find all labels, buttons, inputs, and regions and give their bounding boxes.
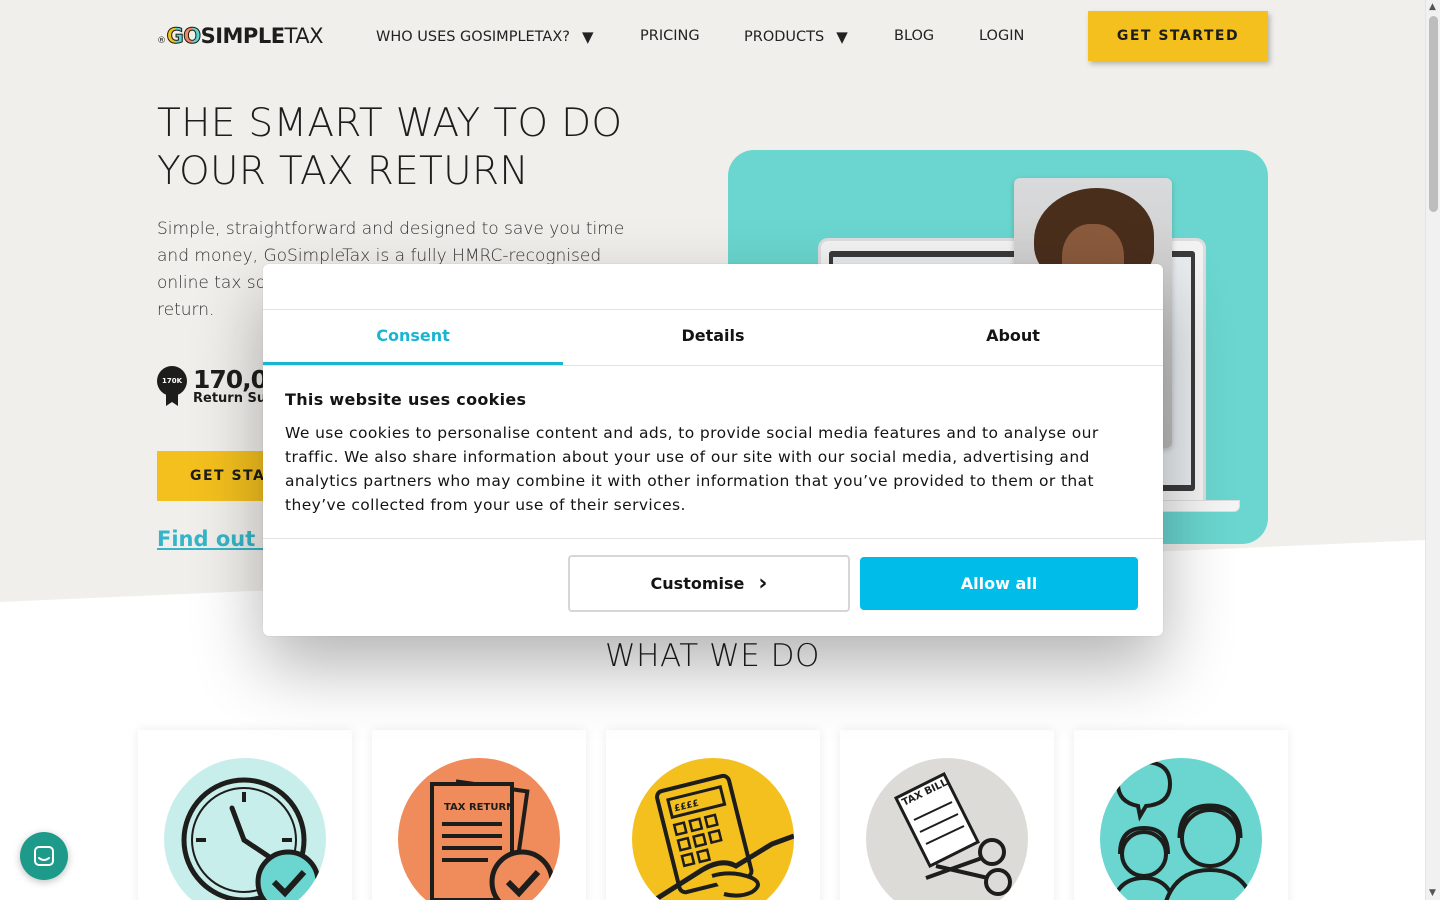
nav-products-label: PRODUCTS	[744, 29, 825, 45]
logo-simple: SIMPLE	[200, 24, 285, 48]
tab-details[interactable]: Details	[563, 310, 863, 365]
cookie-tabs: Consent Details About	[263, 310, 1163, 366]
hero-title: THE SMART WAY TO DO YOUR TAX RETURN	[157, 101, 623, 194]
chevron-down-icon: ▼	[836, 28, 848, 46]
cookie-description: We use cookies to personalise content an…	[285, 424, 1099, 514]
logo-tax: TAX	[284, 24, 324, 48]
nav-who-uses-label: WHO USES GOSIMPLETAX?	[376, 29, 570, 45]
tab-consent[interactable]: Consent	[263, 310, 563, 365]
feature-card[interactable]: TAX BILL	[840, 730, 1054, 900]
logo-go: GO	[166, 24, 202, 49]
nav-pricing-label: PRICING	[640, 28, 700, 44]
chat-launcher-button[interactable]	[20, 832, 68, 880]
feature-card[interactable]	[1074, 730, 1288, 900]
chat-icon	[34, 846, 54, 866]
nav-products[interactable]: PRODUCTS ▼	[744, 28, 848, 46]
cookie-consent-dialog: Consent Details About This website uses …	[263, 264, 1163, 636]
award-seal-icon: 170K	[157, 366, 189, 406]
support-headset-icon	[1100, 758, 1262, 900]
customise-label: Customise	[650, 574, 745, 593]
cookie-dialog-body: This website uses cookies We use cookies…	[263, 366, 1163, 539]
nav-pricing[interactable]: PRICING	[640, 28, 700, 44]
logo-registered-mark: ®	[157, 36, 166, 46]
nav-blog-label: BLOG	[894, 28, 935, 44]
nav-login[interactable]: LOGIN	[979, 28, 1024, 44]
page-scrollbar[interactable]: ▲ ▼	[1425, 0, 1440, 900]
chevron-right-icon: ›	[758, 570, 768, 596]
tax-return-label: TAX RETURN	[444, 802, 515, 813]
nav-blog[interactable]: BLOG	[894, 28, 934, 44]
what-we-do-heading: WHAT WE DO	[605, 638, 820, 674]
customise-button[interactable]: Customise ›	[568, 555, 850, 612]
tax-return-document-icon: TAX RETURN	[398, 758, 560, 900]
tax-bill-scissors-icon: TAX BILL	[866, 758, 1028, 900]
tab-about[interactable]: About	[863, 310, 1163, 365]
feature-card[interactable]: TAX RETURN	[372, 730, 586, 900]
nav-login-label: LOGIN	[979, 28, 1025, 44]
nav-who-uses[interactable]: WHO USES GOSIMPLETAX? ▼	[376, 28, 594, 46]
calculator-handshake-icon: ££££	[632, 758, 794, 900]
clock-check-icon	[164, 758, 326, 900]
hero-description-end: return.	[157, 300, 215, 320]
get-started-button[interactable]: GET STARTED	[1088, 11, 1268, 61]
scrollbar-thumb[interactable]	[1429, 16, 1438, 212]
cookie-heading: This website uses cookies	[285, 390, 527, 409]
cookie-dialog-header	[263, 264, 1163, 310]
feature-card[interactable]: ££££	[606, 730, 820, 900]
scroll-down-arrow-icon[interactable]: ▼	[1429, 888, 1436, 898]
scroll-up-arrow-icon[interactable]: ▲	[1429, 2, 1436, 12]
gosimpletax-logo[interactable]: ® GO SIMPLE TAX	[157, 24, 324, 49]
feature-card[interactable]	[138, 730, 352, 900]
top-navigation: ® GO SIMPLE TAX WHO USES GOSIMPLETAX? ▼ …	[0, 0, 1425, 74]
chevron-down-icon: ▼	[581, 28, 594, 46]
find-out-how-link[interactable]: Find out h	[157, 527, 278, 551]
allow-all-button[interactable]: Allow all	[860, 557, 1138, 610]
